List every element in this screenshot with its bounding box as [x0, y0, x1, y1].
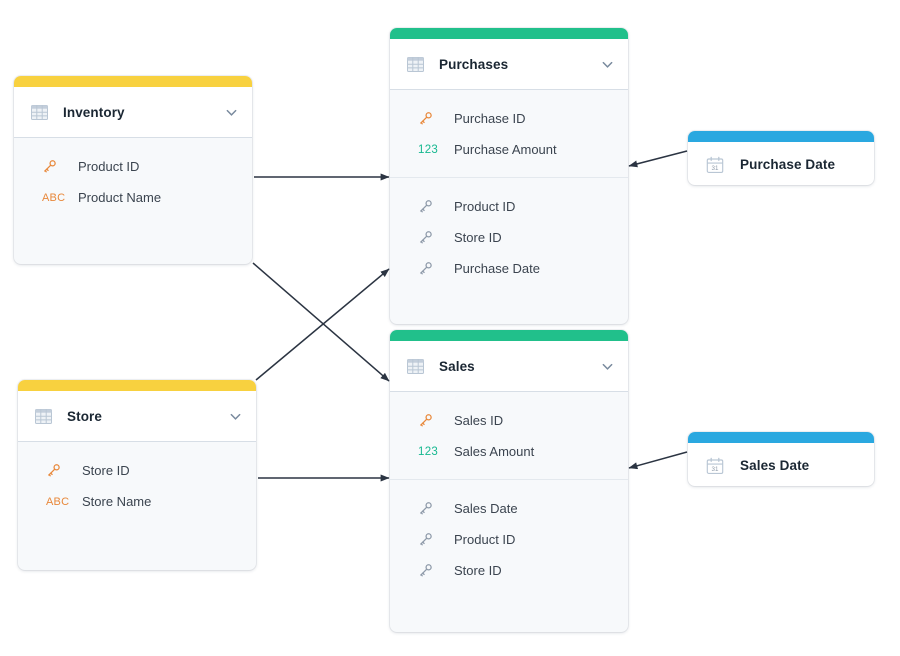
field-label: Sales ID: [454, 413, 504, 428]
table-grid-icon: [31, 104, 48, 120]
relationship-purchase-date-to-purchases: [628, 150, 688, 168]
entity-header[interactable]: Sales: [390, 341, 628, 392]
field-row[interactable]: Product ID: [14, 151, 252, 182]
field-label: Purchase ID: [454, 111, 526, 126]
chevron-down-icon[interactable]: [601, 360, 614, 373]
field-group-1: Sales Date Product ID Store ID: [390, 479, 628, 586]
data-model-canvas: Inventory Product ID ABC Product Name Store S…: [0, 0, 900, 656]
field-row[interactable]: Sales ID: [390, 405, 628, 436]
field-label: Product ID: [454, 532, 516, 547]
foreign-key-icon: [420, 200, 432, 213]
field-row[interactable]: Sales Date: [390, 493, 628, 524]
entity-header[interactable]: Purchases: [390, 39, 628, 90]
date-node-body: 31 Sales Date: [688, 443, 874, 486]
entity-accent-bar: [18, 380, 256, 391]
entity-card-sales[interactable]: Sales Sales ID 123 Sales Amount Sales Date Pr…: [390, 330, 628, 632]
calendar-icon: 31: [706, 156, 724, 173]
field-label: Purchase Date: [454, 261, 540, 276]
primary-key-icon: [420, 414, 432, 427]
date-node-purchase-date[interactable]: 31 Purchase Date: [688, 131, 874, 185]
field-label: Sales Date: [454, 501, 518, 516]
svg-text:31: 31: [712, 164, 719, 171]
field-list: Sales ID 123 Sales Amount Sales Date Product…: [390, 392, 628, 586]
field-label: Purchase Amount: [454, 142, 557, 157]
entity-title: Purchases: [439, 56, 509, 72]
entity-accent-bar: [390, 330, 628, 341]
relationship-sales-date-to-sales: [628, 451, 688, 470]
entity-title: Store: [67, 408, 103, 424]
field-row[interactable]: Product ID: [390, 191, 628, 222]
field-label: Product ID: [78, 159, 140, 174]
field-row[interactable]: 123 Purchase Amount: [390, 134, 628, 165]
field-group-0: Product ID ABC Product Name: [14, 151, 252, 213]
relationship-store-to-purchases: [255, 268, 390, 381]
field-label: Product ID: [454, 199, 516, 214]
chevron-down-icon[interactable]: [229, 410, 242, 423]
field-label: Store Name: [82, 494, 152, 509]
field-row[interactable]: Store ID: [18, 455, 256, 486]
entity-accent-bar: [390, 28, 628, 39]
date-accent-bar: [688, 131, 874, 142]
number-type-icon: 123: [418, 143, 439, 156]
field-list: Product ID ABC Product Name: [14, 138, 252, 213]
field-row[interactable]: ABC Product Name: [14, 182, 252, 213]
text-type-icon: ABC: [42, 191, 66, 204]
primary-key-icon: [44, 160, 56, 173]
field-group-1: Product ID Store ID Purchase Date: [390, 177, 628, 284]
field-list: Purchase ID 123 Purchase Amount Product ID S…: [390, 90, 628, 284]
calendar-icon: 31: [706, 457, 724, 474]
table-grid-icon: [407, 56, 424, 72]
field-label: Product Name: [78, 190, 162, 205]
number-type-icon: 123: [418, 445, 439, 458]
foreign-key-icon: [420, 231, 432, 244]
entity-card-inventory[interactable]: Inventory Product ID ABC Product Name: [14, 76, 252, 264]
foreign-key-icon: [420, 262, 432, 275]
date-node-body: 31 Purchase Date: [688, 142, 874, 185]
field-group-0: Purchase ID 123 Purchase Amount: [390, 103, 628, 165]
chevron-down-icon[interactable]: [225, 106, 238, 119]
field-label: Store ID: [454, 563, 502, 578]
entity-header[interactable]: Store: [18, 391, 256, 442]
field-row[interactable]: Store ID: [390, 222, 628, 253]
field-label: Sales Amount: [454, 444, 535, 459]
foreign-key-icon: [420, 502, 432, 515]
chevron-down-icon[interactable]: [601, 58, 614, 71]
table-grid-icon: [407, 358, 424, 374]
date-accent-bar: [688, 432, 874, 443]
svg-text:31: 31: [712, 465, 719, 472]
field-row[interactable]: ABC Store Name: [18, 486, 256, 517]
primary-key-icon: [48, 464, 60, 477]
field-group-0: Store ID ABC Store Name: [18, 455, 256, 517]
field-row[interactable]: 123 Sales Amount: [390, 436, 628, 467]
field-list: Store ID ABC Store Name: [18, 442, 256, 517]
entity-title: Inventory: [63, 104, 125, 120]
date-node-title: Purchase Date: [740, 157, 836, 172]
entity-title: Sales: [439, 358, 475, 374]
field-row[interactable]: Purchase Date: [390, 253, 628, 284]
primary-key-icon: [420, 112, 432, 125]
field-label: Store ID: [454, 230, 502, 245]
field-group-0: Sales ID 123 Sales Amount: [390, 405, 628, 467]
relationship-inventory-to-sales: [252, 262, 390, 382]
foreign-key-icon: [420, 564, 432, 577]
entity-header[interactable]: Inventory: [14, 87, 252, 138]
field-row[interactable]: Product ID: [390, 524, 628, 555]
entity-accent-bar: [14, 76, 252, 87]
table-grid-icon: [35, 408, 52, 424]
text-type-icon: ABC: [46, 495, 70, 508]
foreign-key-icon: [420, 533, 432, 546]
field-row[interactable]: Purchase ID: [390, 103, 628, 134]
date-node-sales-date[interactable]: 31 Sales Date: [688, 432, 874, 486]
field-row[interactable]: Store ID: [390, 555, 628, 586]
date-node-title: Sales Date: [740, 458, 810, 473]
entity-card-purchases[interactable]: Purchases Purchase ID 123 Purchase Amount Pr…: [390, 28, 628, 324]
entity-card-store[interactable]: Store Store ID ABC Store Name: [18, 380, 256, 570]
field-label: Store ID: [82, 463, 130, 478]
